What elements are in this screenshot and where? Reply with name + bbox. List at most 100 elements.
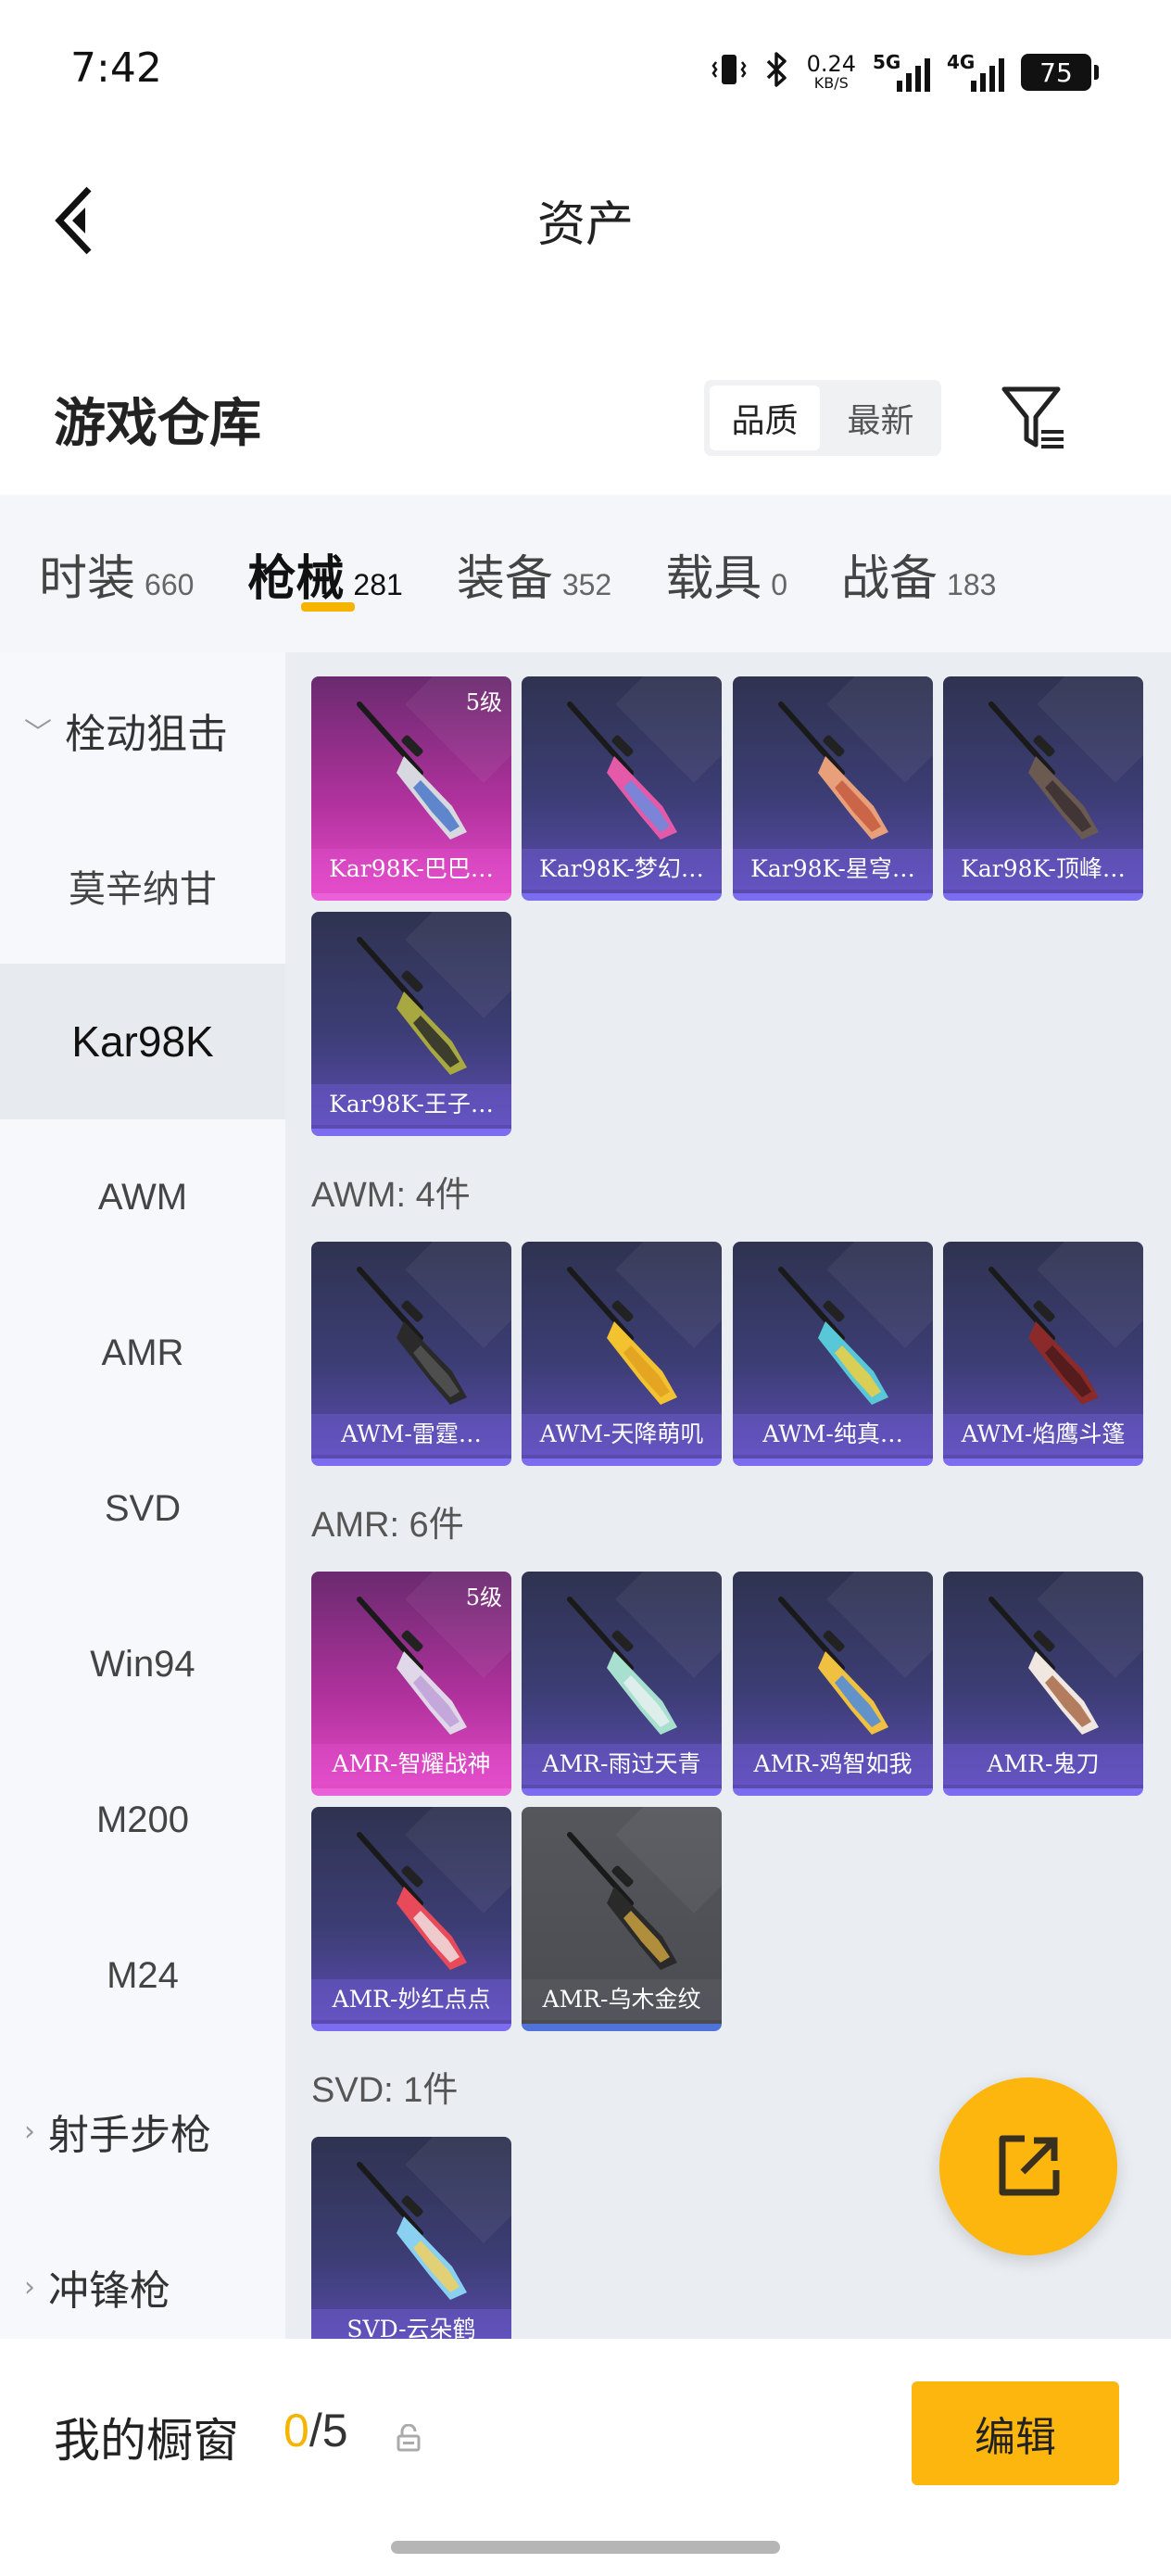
share-icon bbox=[999, 2135, 1060, 2196]
rifle-icon bbox=[567, 1832, 677, 1970]
sidebar-item-label: 莫辛纳甘 bbox=[69, 868, 217, 911]
signal-5g-icon: 5G bbox=[873, 51, 930, 92]
weapon-card[interactable]: AWM-焰鹰斗篷 bbox=[943, 1242, 1143, 1466]
weapon-name: AWM-天降萌叽 bbox=[522, 1414, 722, 1455]
tab-equipment[interactable]: 装备 352 bbox=[457, 495, 611, 638]
weapon-name: AMR-鬼刀 bbox=[943, 1744, 1143, 1785]
weapon-card[interactable]: AMR-乌木金纹 bbox=[522, 1807, 722, 2031]
weapon-name: AMR-智耀战神 bbox=[311, 1744, 511, 1785]
rifle-icon bbox=[357, 1267, 467, 1405]
net-speed-value: 0.24 bbox=[806, 51, 856, 77]
sidebar-item-mosin[interactable]: 莫辛纳甘 bbox=[0, 808, 285, 964]
share-button[interactable] bbox=[939, 2077, 1117, 2255]
tab-label: 载具 bbox=[665, 551, 762, 607]
sidebar-item-m24[interactable]: M24 bbox=[0, 1898, 285, 2053]
rifle-icon bbox=[988, 1597, 1099, 1735]
sidebar-item-label: AWM bbox=[97, 1176, 188, 1218]
sidebar-item-m200[interactable]: M200 bbox=[0, 1742, 285, 1898]
weapon-name: Kar98K-王子… bbox=[311, 1084, 511, 1125]
weapon-card[interactable]: AMR-妙红点点 bbox=[311, 1807, 511, 2031]
rifle-icon bbox=[567, 1597, 677, 1735]
rifle-icon bbox=[567, 1267, 677, 1405]
sidebar-item-label: Win94 bbox=[90, 1643, 195, 1685]
tab-vehicles[interactable]: 载具 0 bbox=[665, 495, 787, 638]
sidebar-item-svd[interactable]: SVD bbox=[0, 1431, 285, 1586]
weapon-card[interactable]: 5级 Kar98K-巴巴… bbox=[311, 676, 511, 901]
weapon-name: AMR-鸡智如我 bbox=[733, 1744, 933, 1785]
sidebar-item-amr[interactable]: AMR bbox=[0, 1275, 285, 1431]
signal-5g-label: 5G bbox=[873, 51, 901, 73]
home-indicator[interactable] bbox=[391, 2541, 780, 2554]
tab-label: 战备 bbox=[841, 551, 938, 607]
tab-label: 时装 bbox=[39, 551, 136, 607]
rifle-icon bbox=[778, 701, 888, 840]
showcase-count: 0/5 bbox=[283, 2404, 348, 2457]
bluetooth-icon bbox=[764, 50, 790, 95]
weapon-card[interactable]: SVD-云朵鹤 bbox=[311, 2137, 511, 2339]
rifle-icon bbox=[988, 701, 1099, 840]
net-speed: 0.24 KB/S bbox=[807, 53, 856, 92]
tab-label: 装备 bbox=[456, 551, 553, 607]
weapon-name: Kar98K-星穹… bbox=[733, 849, 933, 890]
weapon-card[interactable]: AMR-雨过天青 bbox=[522, 1572, 722, 1796]
sidebar-item-label: 冲锋枪 bbox=[48, 2267, 170, 2315]
tab-count: 660 bbox=[145, 568, 195, 601]
chevron-down-icon: ﹀ bbox=[24, 717, 52, 750]
weapon-card[interactable]: 5级 AMR-智耀战神 bbox=[311, 1572, 511, 1796]
weapon-card[interactable]: AWM-纯真… bbox=[733, 1242, 933, 1466]
weapon-name: AWM-雷霆… bbox=[311, 1414, 511, 1455]
sidebar-item-label: SVD bbox=[104, 1487, 182, 1529]
chevron-right-icon: › bbox=[24, 2270, 35, 2304]
filter-button[interactable] bbox=[1001, 384, 1067, 454]
rifle-icon bbox=[778, 1597, 888, 1735]
sidebar-item-label: M200 bbox=[95, 1799, 190, 1840]
status-bar: 7:42 0.24 KB/S 5G 4G 75 bbox=[0, 0, 1171, 139]
sort-toggle: 品质 最新 bbox=[704, 380, 941, 456]
weapon-name: AWM-纯真… bbox=[733, 1414, 933, 1455]
sidebar-item-awm[interactable]: AWM bbox=[0, 1119, 285, 1275]
weapon-card[interactable]: AWM-雷霆… bbox=[311, 1242, 511, 1466]
weapon-card[interactable]: Kar98K-王子… bbox=[311, 912, 511, 1136]
edit-button[interactable]: 编辑 bbox=[912, 2381, 1119, 2485]
sort-quality-button[interactable]: 品质 bbox=[710, 385, 820, 450]
rifle-icon bbox=[357, 1832, 467, 1970]
category-tabs: 时装 660 枪械 281 装备 352 载具 0 战备 183 bbox=[0, 495, 1171, 652]
sort-newest-button[interactable]: 最新 bbox=[825, 385, 936, 450]
weapon-name: SVD-云朵鹤 bbox=[311, 2309, 511, 2339]
tab-label: 枪械 bbox=[247, 550, 345, 607]
battery-level: 75 bbox=[1039, 57, 1073, 88]
showcase-bar: 我的橱窗 0/5 编辑 bbox=[0, 2339, 1171, 2576]
weapon-name: AMR-雨过天青 bbox=[522, 1744, 722, 1785]
sidebar-item-kar98k[interactable]: Kar98K bbox=[0, 964, 285, 1119]
level-badge: 5级 bbox=[465, 1585, 502, 1610]
lock-icon bbox=[397, 2424, 421, 2452]
showcase-label: 我的橱窗 bbox=[54, 2414, 239, 2468]
status-time: 7:42 bbox=[70, 44, 162, 92]
weapon-name: AMR-妙红点点 bbox=[311, 1979, 511, 2020]
sidebar-item-win94[interactable]: Win94 bbox=[0, 1586, 285, 1742]
weapon-card[interactable]: AMR-鸡智如我 bbox=[733, 1572, 933, 1796]
tab-supplies[interactable]: 战备 183 bbox=[841, 495, 996, 638]
weapon-name: Kar98K-巴巴… bbox=[311, 849, 511, 890]
tab-count: 352 bbox=[561, 568, 612, 601]
weapon-card[interactable]: Kar98K-梦幻… bbox=[522, 676, 722, 901]
sidebar-item-label: 栓动狙击 bbox=[65, 711, 228, 758]
weapon-card[interactable]: AMR-鬼刀 bbox=[943, 1572, 1143, 1796]
sidebar-group-bolt-action[interactable]: ﹀ 栓动狙击 bbox=[0, 652, 285, 808]
warehouse-title: 游戏仓库 bbox=[54, 393, 261, 454]
weapon-card[interactable]: Kar98K-顶峰… bbox=[943, 676, 1143, 901]
weapon-name: Kar98K-顶峰… bbox=[943, 849, 1143, 890]
rifle-icon bbox=[567, 701, 677, 840]
vibrate-icon bbox=[711, 51, 748, 94]
sidebar-item-label: 射手步枪 bbox=[48, 2112, 211, 2159]
signal-4g-icon: 4G bbox=[947, 51, 1004, 92]
weapon-card[interactable]: Kar98K-星穹… bbox=[733, 676, 933, 901]
sidebar-group-marksman[interactable]: › 射手步枪 bbox=[0, 2053, 285, 2209]
weapon-sidebar: ﹀ 栓动狙击 莫辛纳甘 Kar98K AWM AMR SVD Win94 M20… bbox=[0, 652, 285, 2339]
weapon-card[interactable]: AWM-天降萌叽 bbox=[522, 1242, 722, 1466]
showcase-current: 0 bbox=[283, 2405, 309, 2456]
tab-firearms[interactable]: 枪械 281 bbox=[247, 495, 403, 638]
battery-icon: 75 bbox=[1021, 54, 1099, 91]
tab-fashion[interactable]: 时装 660 bbox=[39, 495, 194, 638]
status-icons: 0.24 KB/S 5G 4G 75 bbox=[711, 44, 1099, 100]
